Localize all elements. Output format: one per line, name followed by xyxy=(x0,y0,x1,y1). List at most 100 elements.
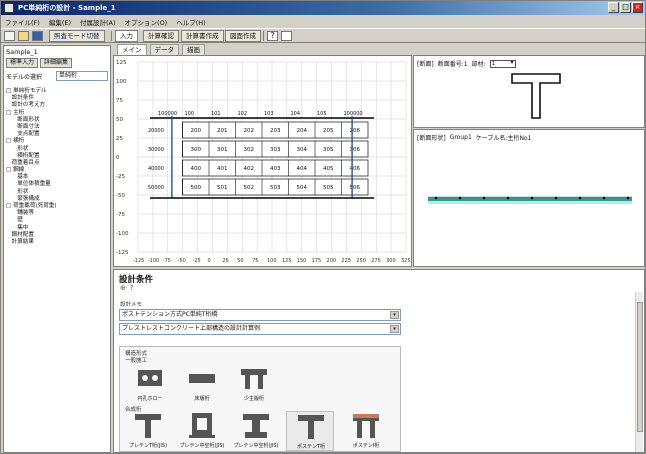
structure-type-box: 構造形式 一般施工 円孔ホロー 床版桁 少主版桁 合成桁 プレテンT桁(JIS) xyxy=(119,346,401,452)
report-button[interactable]: 計算書作成 xyxy=(181,30,224,42)
x-tick-label: 275 xyxy=(371,258,381,264)
general-group-label: 一般施工 xyxy=(125,358,148,364)
cell-value: 401 xyxy=(217,166,228,172)
x-tick-label: 25 xyxy=(222,258,228,264)
tree-item[interactable]: 横桁配置 xyxy=(6,153,110,160)
tree-item[interactable]: 設計の考え方 xyxy=(6,102,110,109)
node-label: 102 xyxy=(238,111,248,117)
y-tick-label: 125 xyxy=(116,60,127,66)
add-icon[interactable]: ⊕ xyxy=(120,284,126,292)
cable-profile-canvas[interactable] xyxy=(414,130,644,266)
girder-hollow-slab[interactable]: 円孔ホロー xyxy=(126,364,174,404)
menu-attached-design[interactable]: 付属設計(A) xyxy=(80,17,116,27)
node-label: 100 xyxy=(185,111,195,117)
scrollbar-thumb[interactable] xyxy=(637,302,643,432)
girder-pretension-t[interactable]: プレテンT桁(JIS) xyxy=(124,411,172,451)
tree-item[interactable]: 鋼材配置 xyxy=(6,232,110,239)
cell-value: 203 xyxy=(270,128,281,134)
tree-item[interactable]: □ 横桁 xyxy=(6,138,110,145)
open-folder-icon[interactable] xyxy=(18,31,29,41)
menu-edit[interactable]: 編集(E) xyxy=(49,17,71,27)
memo-dropdown-icon[interactable]: ▾ xyxy=(390,311,399,319)
cell-value: 300 xyxy=(191,147,202,153)
tab-data[interactable]: データ xyxy=(149,44,179,55)
memo-text-1: ポストテンション方式PC単純T桁橋 xyxy=(122,311,218,318)
tree-item[interactable]: 緊張構成 xyxy=(6,196,110,203)
node-marker xyxy=(602,196,606,200)
girder-few-main[interactable]: 少主版桁 xyxy=(230,364,278,404)
node-marker xyxy=(626,196,630,200)
y-tick-label: 100 xyxy=(116,79,127,85)
tree-item[interactable]: 壁 xyxy=(6,217,110,224)
cell-value: 205 xyxy=(323,128,334,134)
tab-main[interactable]: メイン xyxy=(117,44,147,55)
tab-standard-input[interactable]: 標準入力 xyxy=(6,58,39,68)
app-icon xyxy=(4,3,14,13)
design-scrollbar[interactable] xyxy=(635,292,643,452)
tree-item[interactable]: 形状 xyxy=(6,189,110,196)
tree-item[interactable]: 集中 xyxy=(6,225,110,232)
row-label: 40000 xyxy=(148,166,164,172)
y-tick-label: 50 xyxy=(116,117,123,123)
cell-value: 500 xyxy=(191,185,202,191)
tree-item[interactable]: 断面形状 xyxy=(6,117,110,124)
girder-posttension-i[interactable]: ポステンI桁 xyxy=(342,411,390,451)
cell-value: 503 xyxy=(270,185,281,191)
tree-item[interactable]: 計算結果 xyxy=(6,239,110,246)
cell-value: 501 xyxy=(217,185,228,191)
girder-label: プレテン中空桁(JIS) xyxy=(233,443,279,449)
y-tick-label: -50 xyxy=(116,193,125,199)
t-girder-shape xyxy=(511,73,561,119)
minimize-button[interactable]: _ xyxy=(608,2,619,13)
calc-check-button[interactable]: 計算確認 xyxy=(143,30,179,42)
mode-switch-button[interactable]: 照査モード切替 xyxy=(49,30,105,42)
menu-file[interactable]: ファイル(F) xyxy=(5,17,40,27)
menu-options[interactable]: オプション(O) xyxy=(125,17,168,27)
window-title: PC単純桁の設計 - Sample_1 xyxy=(18,4,116,12)
menu-help[interactable]: ヘルプ(H) xyxy=(176,17,205,27)
maximize-button[interactable]: □ xyxy=(620,2,631,13)
memo-dropdown-icon[interactable]: ▾ xyxy=(390,325,399,333)
cell-value: 405 xyxy=(323,166,334,172)
girder-pretension-hollow[interactable]: プレテン中空桁(JIS) xyxy=(178,411,226,451)
tab-detail-edit[interactable]: 詳細編集 xyxy=(40,58,73,68)
tree-item[interactable]: 形状 xyxy=(6,146,110,153)
drawing-button[interactable]: 図面作成 xyxy=(225,30,261,42)
cell-value: 202 xyxy=(244,128,255,134)
help-icon[interactable]: ? xyxy=(267,31,278,41)
tree-item[interactable]: □ 主桁 xyxy=(6,110,110,117)
new-file-icon[interactable] xyxy=(4,31,15,41)
girder-pretension-hollow-2[interactable]: プレテン中空桁(JIS) xyxy=(232,411,280,451)
cell-value: 505 xyxy=(323,185,334,191)
title-bar: PC単純桁の設計 - Sample_1 _ □ × xyxy=(1,1,645,15)
section-view[interactable]: 125 100 75 50 25 0 -25 -50 -75 -100 -125 -125 -100 -7… xyxy=(113,55,412,267)
girder-label: 円孔ホロー xyxy=(137,396,163,402)
node-marker xyxy=(506,196,510,200)
row-label: 30000 xyxy=(148,147,164,153)
tree-item[interactable]: 荷重着目点 xyxy=(6,160,110,167)
window-icon[interactable] xyxy=(281,31,292,41)
x-tick-label: 325 xyxy=(401,258,411,264)
section-canvas[interactable]: 1251007550250-25-50-75-100-125-125 -100 -7… xyxy=(114,56,411,266)
y-tick-label: -75 xyxy=(116,212,125,218)
x-tick-label: 150 xyxy=(297,258,307,264)
project-name[interactable]: Sample_1 xyxy=(6,48,38,56)
node-marker xyxy=(434,196,438,200)
x-tick-label: 125 xyxy=(282,258,292,264)
tree-item[interactable]: 単位体積重量 xyxy=(6,181,110,188)
memo-text-2: プレストレストコンクリート上部構造の設計計算例 xyxy=(122,325,261,332)
cell-value: 305 xyxy=(323,147,334,153)
input-button[interactable]: 入力 xyxy=(115,30,138,42)
memo-field-2[interactable]: プレストレストコンクリート上部構造の設計計算例 ▾ xyxy=(119,323,401,335)
model-select[interactable]: 単純桁 xyxy=(56,71,108,81)
node-marker xyxy=(482,196,486,200)
cable-profile-panel: [断面形状] Group1 ケーブル名:主桁No1 xyxy=(413,129,645,267)
memo-field-1[interactable]: ポストテンション方式PC単純T桁橋 ▾ xyxy=(119,309,401,321)
girder-posttension-t[interactable]: ポステンT桁 xyxy=(286,411,334,451)
tab-drawing[interactable]: 描画 xyxy=(182,44,205,55)
girder-slab[interactable]: 床版桁 xyxy=(178,364,226,404)
menu-bar: ファイル(F) 編集(E) 付属設計(A) オプション(O) ヘルプ(H) xyxy=(1,15,645,28)
save-icon[interactable] xyxy=(32,31,43,41)
help-icon[interactable]: ? xyxy=(130,284,134,292)
close-button[interactable]: × xyxy=(632,2,643,13)
